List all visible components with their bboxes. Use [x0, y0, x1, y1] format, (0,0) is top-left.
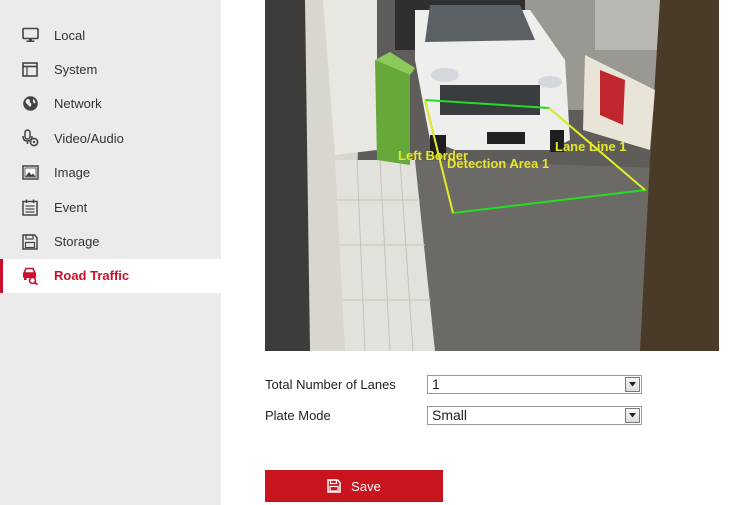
- window-icon: [21, 61, 39, 79]
- sidebar-item-label: Image: [54, 165, 91, 181]
- car-search-icon: [21, 267, 39, 285]
- save-button-label: Save: [351, 478, 381, 494]
- sidebar-item-road-traffic[interactable]: Road Traffic: [0, 258, 221, 294]
- plate-mode-select-value: Small: [432, 407, 468, 423]
- camera-frame: Left Border Detection Area 1 Lane Line 1: [265, 0, 719, 351]
- sidebar-item-local[interactable]: Local: [0, 18, 221, 52]
- sidebar-item-storage[interactable]: Storage: [0, 224, 221, 258]
- sidebar-item-label: Event: [54, 199, 88, 215]
- sidebar-item-label: Storage: [54, 234, 100, 250]
- sidebar-nav: Local System Network Video/Audio Image E…: [0, 18, 221, 294]
- sidebar-item-label: System: [54, 62, 98, 78]
- live-video-preview[interactable]: Left Border Detection Area 1 Lane Line 1: [265, 0, 719, 351]
- globe-icon: [21, 95, 39, 113]
- monitor-icon: [21, 26, 39, 44]
- microphone-icon: [21, 129, 39, 147]
- detection-area-label: Detection Area 1: [447, 156, 549, 171]
- chevron-down-icon[interactable]: [625, 377, 640, 392]
- sidebar-item-network[interactable]: Network: [0, 87, 221, 121]
- lane-line-label: Lane Line 1: [555, 139, 627, 154]
- calendar-icon: [21, 198, 39, 216]
- sidebar-item-label: Video/Audio: [54, 130, 124, 146]
- image-icon: [21, 164, 39, 182]
- sidebar-item-video-audio[interactable]: Video/Audio: [0, 121, 221, 155]
- plate-mode-row: Plate Mode Small: [265, 406, 642, 425]
- sidebar-item-label: Local: [54, 27, 86, 43]
- lanes-label: Total Number of Lanes: [265, 377, 396, 392]
- sidebar-item-system[interactable]: System: [0, 52, 221, 86]
- save-button[interactable]: Save: [265, 470, 443, 502]
- sidebar-item-event[interactable]: Event: [0, 190, 221, 224]
- lanes-select-value: 1: [432, 376, 440, 392]
- chevron-down-icon[interactable]: [625, 408, 640, 423]
- plate-mode-select[interactable]: Small: [427, 406, 642, 425]
- save-icon: [327, 479, 341, 493]
- lanes-select[interactable]: 1: [427, 375, 642, 394]
- sidebar-item-label: Road Traffic: [54, 268, 130, 284]
- plate-mode-label: Plate Mode: [265, 408, 331, 423]
- sidebar-item-label: Network: [54, 96, 102, 112]
- lanes-row: Total Number of Lanes 1: [265, 375, 642, 394]
- sidebar-item-image[interactable]: Image: [0, 156, 221, 190]
- disk-icon: [21, 233, 39, 251]
- sidebar: Local System Network Video/Audio Image E…: [0, 0, 221, 505]
